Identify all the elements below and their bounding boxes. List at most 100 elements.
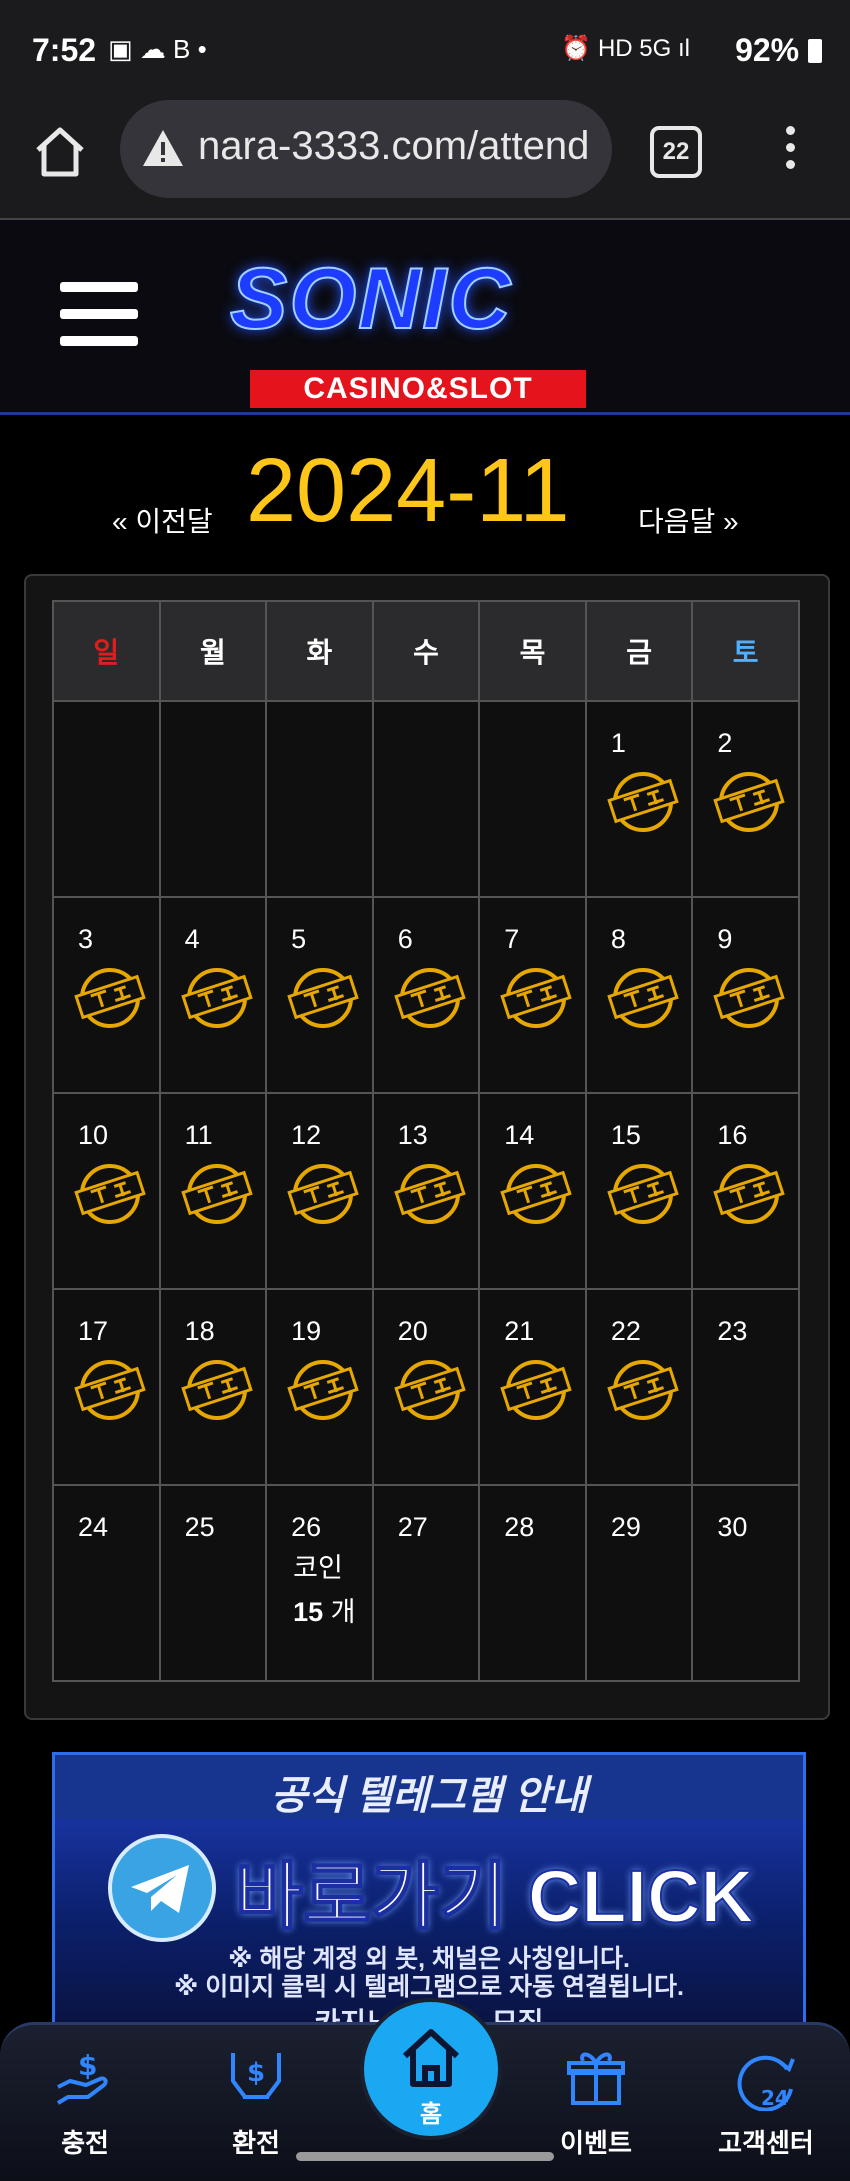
day-number: 30 (717, 1512, 748, 1542)
svg-text:$: $ (78, 2049, 97, 2082)
attendance-stamp-icon (287, 968, 359, 1028)
calendar-day-cell[interactable]: 30 (691, 1484, 800, 1682)
day-number: 12 (291, 1120, 322, 1150)
banner-title: 공식 텔레그램 안내 (270, 1774, 588, 1818)
more-options-icon[interactable] (780, 126, 800, 176)
nav-home-button[interactable]: 홈 (360, 1998, 502, 2140)
weekday-mon: 월 (158, 600, 268, 702)
calendar-day-cell[interactable]: 2 (691, 700, 800, 898)
day-number: 5 (291, 924, 307, 954)
url-text[interactable]: nara-3333.com/attend (198, 124, 598, 169)
site-logo[interactable]: SONIC CASINO&SLOT (210, 250, 620, 408)
nav-event[interactable]: 이벤트 (536, 2045, 656, 2160)
calendar-week-row: 12 (52, 700, 800, 898)
attendance-stamp-icon (180, 968, 253, 1028)
calendar-day-cell[interactable]: 17 (52, 1288, 161, 1486)
svg-text:24: 24 (761, 2086, 789, 2110)
day-number: 18 (184, 1316, 215, 1346)
telegram-banner[interactable]: 공식 텔레그램 안내 바로가기 CLICK ※ 해당 계정 외 봇, 채널은 사… (52, 1752, 806, 2038)
weekday-tue: 화 (265, 600, 374, 702)
calendar-day-cell[interactable]: 9 (691, 896, 800, 1094)
calendar-day-cell[interactable]: 25 (158, 1484, 268, 1682)
calendar-day-cell[interactable]: 21 (478, 1288, 587, 1486)
coin-amount: 15 (293, 1597, 324, 1627)
nav-support[interactable]: 24 고객센터 (706, 2045, 826, 2160)
calendar-day-cell[interactable]: 3 (52, 896, 161, 1094)
withdraw-icon: $ (231, 2053, 281, 2099)
prev-month-link[interactable]: « 이전달 (112, 500, 213, 540)
calendar-day-cell[interactable]: 6 (371, 896, 481, 1094)
tab-switcher-button[interactable]: 22 (650, 126, 702, 178)
day-number: 1 (610, 728, 626, 758)
battery-level: 92% (735, 32, 822, 69)
day-number: 19 (291, 1316, 322, 1346)
calendar-body: 1 2 3 4 5 6 7 8 9 10 11 12 13 14 15 16 17 18 19 20 21 22 23 24 2… (52, 700, 800, 1682)
nav-deposit[interactable]: $ 충전 (25, 2045, 145, 2160)
attendance-stamp-icon (287, 1164, 359, 1224)
calendar-day-cell[interactable]: 19 (265, 1288, 374, 1486)
calendar-day-cell[interactable]: 27 (371, 1484, 481, 1682)
day-number: 21 (504, 1316, 535, 1346)
day-number: 23 (717, 1316, 748, 1346)
calendar-empty-cell (371, 700, 481, 898)
day-number: 22 (610, 1316, 641, 1346)
month-title: 2024-11 (246, 441, 570, 541)
calendar-day-cell[interactable]: 1 (584, 700, 694, 898)
day-number: 6 (397, 924, 413, 954)
nav-event-label: 이벤트 (560, 2128, 632, 2158)
attendance-stamp-icon (74, 1164, 146, 1224)
calendar-day-cell[interactable]: 29 (584, 1484, 694, 1682)
calendar-day-cell[interactable]: 13 (371, 1092, 481, 1290)
attendance-stamp-icon (713, 1164, 786, 1224)
attendance-stamp-icon (500, 1360, 572, 1420)
calendar-day-cell[interactable]: 14 (478, 1092, 587, 1290)
day-number: 20 (397, 1316, 428, 1346)
calendar-day-cell[interactable]: 5 (265, 896, 374, 1094)
hamburger-menu-icon[interactable] (60, 282, 138, 348)
calendar-day-cell[interactable]: 4 (158, 896, 268, 1094)
day-number: 26 (291, 1512, 322, 1542)
calendar-empty-cell (478, 700, 587, 898)
weekday-fri: 금 (584, 600, 694, 702)
home-icon[interactable] (30, 122, 90, 182)
calendar-day-cell[interactable]: 28 (478, 1484, 587, 1682)
day-number: 16 (717, 1120, 748, 1150)
day-number: 10 (78, 1120, 109, 1150)
calendar-week-row: 10 11 12 13 14 15 16 (52, 1092, 800, 1290)
telegram-icon (108, 1834, 216, 1942)
calendar-day-cell[interactable]: 20 (371, 1288, 481, 1486)
deposit-icon: $ (56, 2049, 108, 2105)
attendance-stamp-icon (393, 1360, 466, 1420)
warning-icon[interactable] (140, 126, 186, 172)
logo-wordmark: SONIC (229, 250, 513, 348)
attendance-stamp-icon (500, 968, 572, 1028)
weekday-thu: 목 (478, 600, 587, 702)
nav-deposit-label: 충전 (61, 2128, 109, 2158)
attendance-stamp-icon (287, 1360, 359, 1420)
calendar-day-cell[interactable]: 15 (584, 1092, 694, 1290)
calendar-week-row: 24 25 26 코인 15 개 27 28 29 30 (52, 1484, 800, 1682)
calendar-day-cell[interactable]: 26 코인 15 개 (265, 1484, 374, 1682)
calendar-day-cell[interactable]: 8 (584, 896, 694, 1094)
calendar-day-cell[interactable]: 24 (52, 1484, 161, 1682)
attendance-stamp-icon (74, 1360, 146, 1420)
day-number: 7 (504, 924, 520, 954)
calendar-day-cell[interactable]: 22 (584, 1288, 694, 1486)
next-month-link[interactable]: 다음달 » (638, 500, 739, 540)
day-number: 27 (397, 1512, 428, 1542)
calendar-day-cell[interactable]: 10 (52, 1092, 161, 1290)
nav-home-label: 홈 (419, 2101, 443, 2128)
nav-withdraw[interactable]: $ 환전 (196, 2045, 316, 2160)
calendar-day-cell[interactable]: 11 (158, 1092, 268, 1290)
address-bar[interactable]: nara-3333.com/attend (120, 100, 612, 198)
calendar-empty-cell (158, 700, 268, 898)
calendar-day-cell[interactable]: 23 (691, 1288, 800, 1486)
calendar-day-cell[interactable]: 18 (158, 1288, 268, 1486)
calendar-day-cell[interactable]: 16 (691, 1092, 800, 1290)
day-number: 15 (610, 1120, 641, 1150)
calendar-day-cell[interactable]: 12 (265, 1092, 374, 1290)
weekday-sun: 일 (52, 600, 161, 702)
attendance-stamp-icon (607, 1164, 679, 1224)
weekday-wed: 수 (371, 600, 481, 702)
calendar-day-cell[interactable]: 7 (478, 896, 587, 1094)
